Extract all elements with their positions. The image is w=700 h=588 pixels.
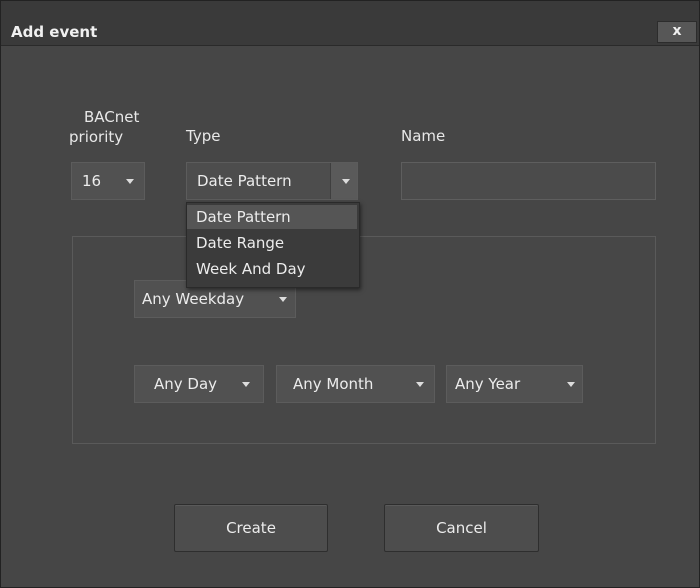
dialog-title: Add event bbox=[11, 23, 98, 41]
type-select[interactable]: Date Pattern bbox=[186, 162, 358, 200]
chevron-down-icon bbox=[242, 382, 250, 387]
type-label: Type bbox=[186, 127, 221, 145]
priority-label-line1: BACnet bbox=[84, 108, 140, 126]
type-option[interactable]: Week And Day bbox=[187, 257, 357, 281]
chevron-down-icon bbox=[126, 179, 134, 184]
month-value: Any Month bbox=[293, 375, 374, 393]
add-event-dialog: Add event x BACnet priority 16 Type Date… bbox=[0, 0, 700, 588]
date-pattern-panel bbox=[72, 236, 656, 444]
year-select[interactable]: Any Year bbox=[446, 365, 583, 403]
year-value: Any Year bbox=[455, 375, 521, 393]
close-icon[interactable]: x bbox=[657, 21, 697, 43]
chevron-down-icon bbox=[279, 297, 287, 302]
chevron-down-icon bbox=[416, 382, 424, 387]
name-input[interactable] bbox=[401, 162, 656, 200]
name-label: Name bbox=[401, 127, 446, 145]
priority-value: 16 bbox=[82, 172, 102, 190]
create-button[interactable]: Create bbox=[174, 504, 328, 552]
dialog-titlebar: Add event bbox=[1, 1, 699, 46]
type-value: Date Pattern bbox=[197, 172, 292, 190]
chevron-down-icon bbox=[567, 382, 575, 387]
cancel-button[interactable]: Cancel bbox=[384, 504, 539, 552]
day-value: Any Day bbox=[154, 375, 218, 393]
priority-label-line2: priority bbox=[69, 128, 124, 146]
month-select[interactable]: Any Month bbox=[276, 365, 435, 403]
type-option[interactable]: Date Range bbox=[187, 231, 357, 255]
type-option[interactable]: Date Pattern bbox=[187, 205, 357, 229]
day-select[interactable]: Any Day bbox=[134, 365, 264, 403]
type-dropdown-list: Date Pattern Date Range Week And Day bbox=[186, 202, 360, 288]
priority-select[interactable]: 16 bbox=[71, 162, 145, 200]
chevron-down-icon bbox=[342, 179, 350, 184]
